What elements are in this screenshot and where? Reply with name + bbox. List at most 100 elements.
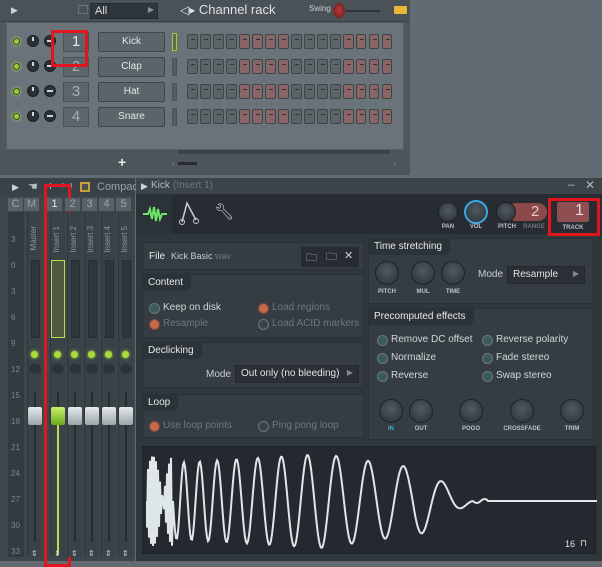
strip-pan-knob[interactable] — [103, 364, 115, 374]
route-arrows-icon[interactable]: ⇕ — [54, 549, 61, 558]
rack-menu-arrow-icon[interactable]: ▶ — [11, 5, 18, 16]
route-arrows-icon[interactable]: ⇕ — [71, 549, 78, 558]
minimize-button[interactable]: – — [568, 177, 575, 191]
track-field[interactable]: 1 — [557, 202, 589, 222]
step-button[interactable] — [277, 109, 289, 124]
step-button[interactable] — [342, 84, 354, 99]
channel-name-button[interactable]: Kick — [98, 32, 165, 52]
mixer-track-number[interactable]: 3 — [63, 82, 89, 102]
in-knob[interactable] — [379, 399, 403, 423]
volume-fader[interactable] — [85, 407, 99, 425]
keep-on-disk-option[interactable]: Keep on disk — [149, 302, 221, 314]
mixer-header-M[interactable]: M — [24, 198, 39, 211]
step-button[interactable] — [329, 109, 341, 124]
step-button[interactable] — [303, 84, 315, 99]
strip-enable-led[interactable] — [31, 351, 38, 358]
step-button[interactable] — [199, 109, 211, 124]
step-button[interactable] — [264, 59, 276, 74]
scroll-right-icon[interactable]: › — [393, 158, 396, 168]
step-button[interactable] — [264, 109, 276, 124]
channel-select-indicator[interactable] — [172, 108, 177, 126]
out-knob[interactable] — [409, 399, 433, 423]
vol-knob[interactable] — [464, 200, 488, 224]
step-button[interactable] — [355, 59, 367, 74]
add-channel-button[interactable]: + — [118, 154, 126, 170]
mute-led[interactable] — [13, 38, 20, 45]
volume-fader[interactable] — [51, 407, 65, 425]
mixer-menu-arrow-icon[interactable]: ▶ — [12, 182, 19, 193]
mixer-strip[interactable]: Insert 3 ⇕ — [84, 212, 99, 558]
reverse-option[interactable]: Reverse — [377, 370, 428, 382]
step-button[interactable] — [381, 84, 393, 99]
file-name[interactable]: Kick Basic — [171, 251, 213, 261]
step-button[interactable] — [251, 109, 263, 124]
step-button[interactable] — [264, 84, 276, 99]
step-button[interactable] — [238, 84, 250, 99]
ts-mode-dropdown[interactable]: Resample ▶ — [507, 266, 585, 284]
step-button[interactable] — [368, 84, 380, 99]
step-button[interactable] — [381, 109, 393, 124]
step-button[interactable] — [303, 109, 315, 124]
mixer-track-number[interactable]: 2 — [63, 57, 89, 77]
close-button[interactable]: ✕ — [585, 178, 595, 192]
channel-vol-knob[interactable] — [44, 35, 56, 47]
waveform-display[interactable]: 16 ⊓ — [142, 446, 597, 554]
step-button[interactable] — [290, 84, 302, 99]
step-button[interactable] — [212, 84, 224, 99]
step-button[interactable] — [290, 59, 302, 74]
mixer-header-2[interactable]: 2 — [65, 198, 80, 211]
route-arrows-icon[interactable]: ⇕ — [122, 549, 129, 558]
step-button[interactable] — [238, 59, 250, 74]
step-button[interactable] — [329, 59, 341, 74]
mute-led[interactable] — [13, 63, 20, 70]
step-button[interactable] — [199, 84, 211, 99]
channel-vol-knob[interactable] — [44, 110, 56, 122]
mixer-track-number[interactable]: 4 — [63, 107, 89, 127]
scroll-thumb[interactable] — [178, 162, 197, 165]
strip-enable-led[interactable] — [71, 351, 78, 358]
step-button[interactable] — [316, 34, 328, 49]
step-button[interactable] — [187, 34, 198, 49]
route-arrows-icon[interactable]: ⇕ — [105, 549, 112, 558]
channel-pan-knob[interactable] — [27, 60, 39, 72]
normalize-option[interactable]: Normalize — [377, 352, 436, 364]
remove-file-icon[interactable]: ✕ — [344, 249, 353, 262]
step-button[interactable] — [381, 59, 393, 74]
volume-fader[interactable] — [68, 407, 82, 425]
mixer-strip[interactable]: Insert 2 ⇕ — [67, 212, 82, 558]
open-folder-icon[interactable]: 🗀︎ — [306, 249, 317, 268]
step-button[interactable] — [264, 34, 276, 49]
channel-pan-knob[interactable] — [27, 110, 39, 122]
channel-select-indicator[interactable] — [172, 58, 177, 76]
mixer-header-1[interactable]: 1 — [47, 198, 62, 211]
hand-icon[interactable]: ☚ — [28, 180, 38, 193]
channel-select-indicator[interactable] — [172, 83, 177, 101]
mixer-strip[interactable]: Master ⇕ — [27, 212, 42, 558]
mixer-header-C[interactable]: C — [8, 198, 23, 211]
pan-knob[interactable] — [438, 202, 458, 222]
channel-pan-knob[interactable] — [27, 35, 39, 47]
resample-option[interactable]: Resample — [149, 318, 208, 330]
mixer-header-4[interactable]: 4 — [99, 198, 114, 211]
step-button[interactable] — [355, 84, 367, 99]
step-button[interactable] — [303, 59, 315, 74]
step-button[interactable] — [225, 34, 237, 49]
tab-sample[interactable] — [136, 194, 172, 234]
swing-slider-track[interactable] — [346, 10, 380, 12]
step-button[interactable] — [238, 34, 250, 49]
swap-stereo-option[interactable]: Swap stereo — [482, 370, 552, 382]
pitch-knob[interactable] — [496, 202, 516, 222]
route-arrows-icon[interactable]: ⇕ — [88, 549, 95, 558]
route-arrows-icon[interactable]: ⇕ — [31, 549, 38, 558]
ts-time-knob[interactable] — [441, 261, 465, 285]
trim-knob[interactable] — [560, 399, 584, 423]
strip-pan-knob[interactable] — [52, 364, 64, 374]
channel-select-indicator[interactable] — [172, 33, 177, 51]
horizontal-scrollbar[interactable] — [178, 150, 390, 154]
ts-pitch-knob[interactable] — [375, 261, 399, 285]
step-button[interactable] — [342, 59, 354, 74]
strip-pan-knob[interactable] — [120, 364, 132, 374]
mixer-header-3[interactable]: 3 — [82, 198, 97, 211]
channel-pan-knob[interactable] — [27, 85, 39, 97]
reverse-polarity-option[interactable]: Reverse polarity — [482, 334, 568, 346]
